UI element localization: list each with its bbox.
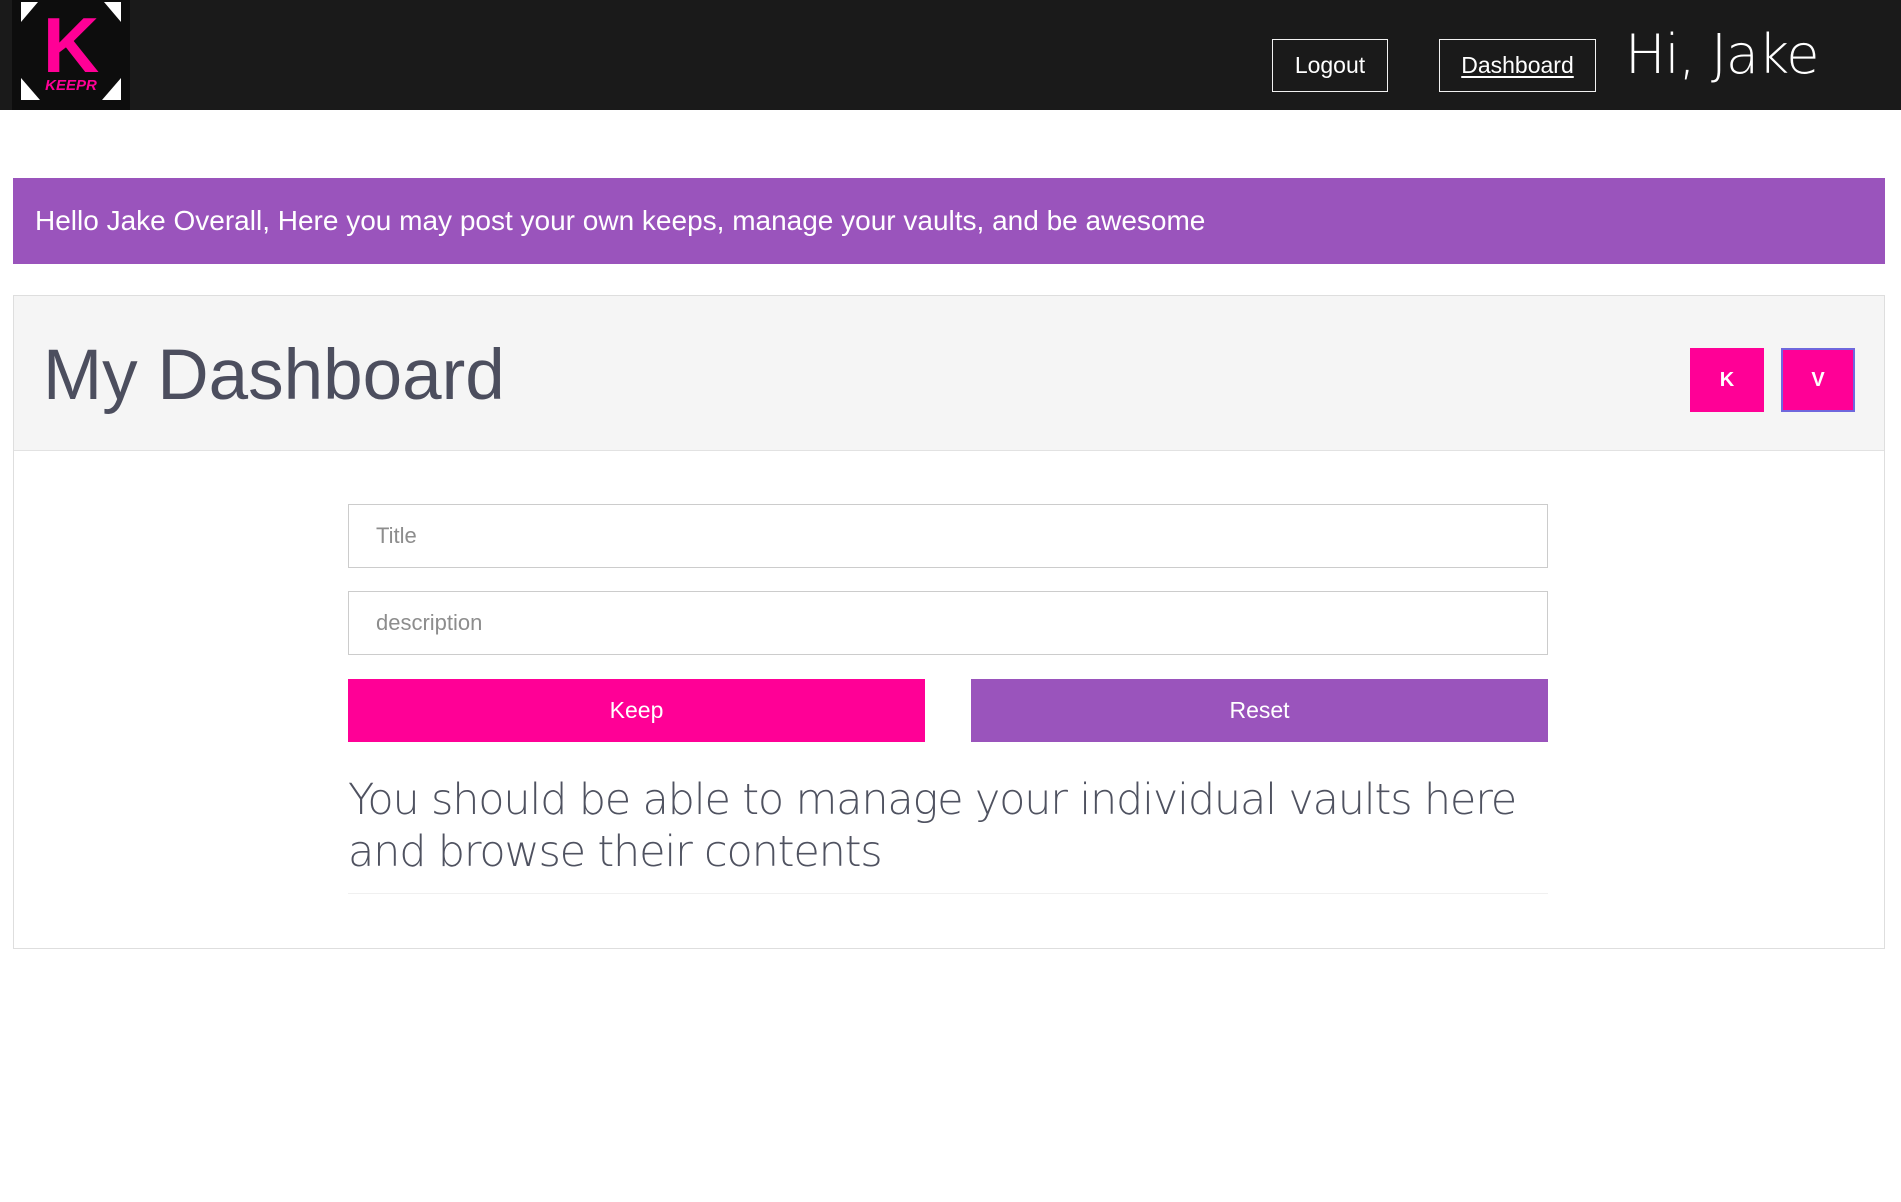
keep-button[interactable]: Keep <box>348 679 925 742</box>
logo-wordmark: KEEPR <box>45 77 97 94</box>
logo-letter: K <box>43 1 99 89</box>
reset-button[interactable]: Reset <box>971 679 1548 742</box>
vaults-tab-button[interactable]: V <box>1781 348 1855 412</box>
page-title: My Dashboard <box>43 336 505 415</box>
keepr-logo[interactable]: K KEEPR <box>12 0 130 110</box>
keeps-tab-button[interactable]: K <box>1690 348 1764 412</box>
welcome-banner: Hello Jake Overall, Here you may post yo… <box>13 178 1885 264</box>
dashboard-header: My Dashboard K V <box>14 296 1884 451</box>
title-input[interactable] <box>348 504 1548 568</box>
description-input[interactable] <box>348 591 1548 655</box>
dashboard-button[interactable]: Dashboard <box>1439 39 1596 92</box>
keepr-logo-icon: K KEEPR <box>12 0 130 110</box>
top-navbar: K KEEPR Logout Dashboard Hi, Jake <box>0 0 1901 110</box>
vault-note: You should be able to manage your indivi… <box>348 758 1548 894</box>
user-greeting: Hi, Jake <box>1625 23 1820 86</box>
logout-button[interactable]: Logout <box>1272 39 1388 92</box>
